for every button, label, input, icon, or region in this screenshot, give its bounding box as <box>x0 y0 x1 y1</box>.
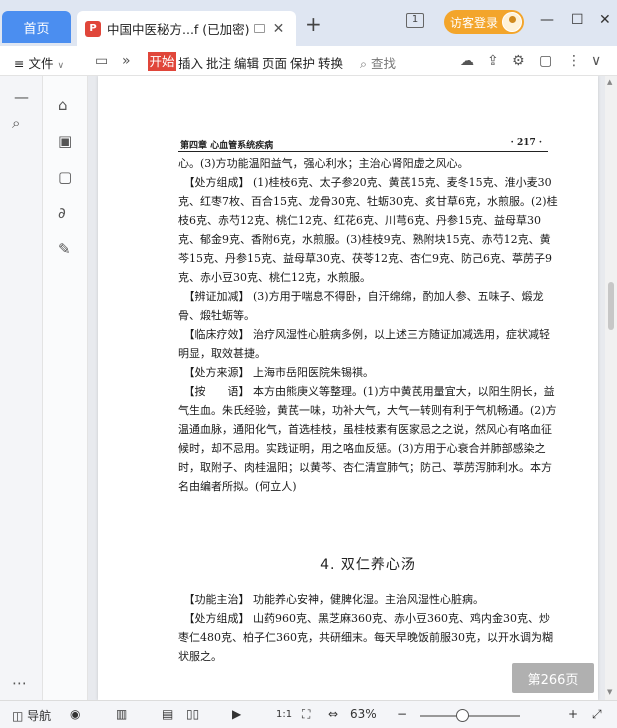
page-number: · 217 · <box>510 138 542 148</box>
comment-panel-icon[interactable]: ▢ <box>58 168 72 186</box>
tab-close-icon[interactable]: ✕ <box>273 21 285 37</box>
settings-icon[interactable]: ⚙ <box>512 53 525 69</box>
scroll-up-icon[interactable]: ▲ <box>607 78 612 86</box>
body-text-2: 【功能主治】 功能养心安神，健脾化湿。主治风湿性心脏病。 【处方组成】 山药96… <box>178 590 558 666</box>
more-icon[interactable]: ⋯ <box>12 674 27 692</box>
body-text: 心。(3)方功能温阳益气，强心利水；主治心肾阳虚之风心。 【处方组成】 (1)桂… <box>178 154 558 496</box>
two-page-icon[interactable]: ▯▯ <box>186 707 199 721</box>
zoom-slider-knob[interactable] <box>456 709 469 722</box>
guest-login-button[interactable]: 访客登录 <box>444 10 524 34</box>
single-page-icon[interactable]: ▥ <box>116 707 127 721</box>
paragraph: 【处方组成】 (1)桂枝6克、太子参20克、黄芪15克、麦冬15克、淮小麦30克… <box>178 176 558 284</box>
attachment-icon[interactable]: ∂ <box>58 204 66 222</box>
zoom-slider[interactable] <box>420 715 520 717</box>
fit-width-icon[interactable]: ⇔ <box>328 707 338 721</box>
actual-size-button[interactable]: 1:1 <box>276 709 292 720</box>
toolbar: ≡ 文件 ∨ ▭ » 开始 插入 批注 编辑 页面 保护 转换 ⌕ 查找 ☁ ⇪… <box>0 46 617 76</box>
side-panel-rail: ⌂ ▣ ▢ ∂ ✎ <box>43 76 88 700</box>
document-page: 第四章 心血管系统疾病 · 217 · 心。(3)方功能温阳益气，强心利水；主治… <box>98 76 598 700</box>
pdf-icon: P <box>85 20 101 37</box>
paragraph: 【临床疗效】 治疗风湿性心脏病多例，以上述三方随证加减选用，症状减轻明显，取效甚… <box>178 328 550 360</box>
play-icon[interactable]: ▶ <box>232 707 241 721</box>
comment-icon[interactable]: ▢ <box>539 53 552 69</box>
zoom-value[interactable]: 63% <box>350 707 377 721</box>
open-folder-icon[interactable]: ▭ <box>95 53 108 69</box>
new-tab-button[interactable]: + <box>305 14 322 34</box>
panel-icon: ◫ <box>12 709 24 723</box>
guest-login-label: 访客登录 <box>450 15 499 30</box>
search-document-icon[interactable]: ⌕ <box>12 114 20 132</box>
paragraph: 【功能主治】 功能养心安神，健脾化湿。主治风湿性心脏病。 <box>178 593 484 606</box>
chevron-down-icon: ∨ <box>57 61 65 71</box>
vertical-scrollbar[interactable]: ▲ ▼ <box>605 76 617 700</box>
paragraph: 【处方组成】 山药960克、黑芝麻360克、赤小豆360克、鸡内金30克、炒枣仁… <box>178 612 553 663</box>
divider-icon: — <box>14 88 29 106</box>
zoom-in-button[interactable]: + <box>568 707 578 721</box>
paragraph: 【按 语】 本方由熊庚义等整理。(1)方中黄芪用量宜大，以阳生阴长，益气生血。朱… <box>178 385 557 493</box>
fullscreen-icon[interactable]: ⤢ <box>592 707 602 722</box>
title-bar: 首页 P 中国中医秘方...f (已加密) ✕ + 1 访客登录 — ☐ ✕ <box>0 0 617 46</box>
close-window-button[interactable]: ✕ <box>599 12 611 28</box>
page-indicator: 第266页 <box>512 663 594 693</box>
paragraph: 【处方来源】 上海市岳阳医院朱锡祺。 <box>178 366 374 379</box>
maximize-button[interactable]: ☐ <box>571 12 584 28</box>
share-icon[interactable]: ⇪ <box>487 53 499 69</box>
tab-protect[interactable]: 保护 <box>290 53 315 72</box>
search-button[interactable]: ⌕ 查找 <box>360 53 396 72</box>
more-options-icon[interactable]: ⋮ <box>567 53 581 69</box>
navigation-button[interactable]: ◫ 导航 <box>12 707 51 724</box>
tab-convert[interactable]: 转换 <box>318 53 343 72</box>
left-tool-rail: — ⌕ ⋯ <box>0 76 43 700</box>
page-header: 第四章 心血管系统疾病 · 217 · <box>178 136 548 152</box>
cloud-sync-icon[interactable]: ☁ <box>460 53 474 69</box>
tab-annotate[interactable]: 批注 <box>206 53 231 72</box>
tab-document-title: 中国中医秘方...f (已加密) <box>107 22 250 37</box>
tab-preview-icon[interactable] <box>253 24 265 33</box>
eye-icon[interactable]: ◉ <box>70 707 80 721</box>
navigation-label: 导航 <box>27 709 52 723</box>
fit-page-icon[interactable]: ⛶ <box>302 707 310 722</box>
paragraph: 【辨证加减】 (3)方用于喘息不得卧，自汗绵绵，酌加人参、五味子、煅龙骨、煅牡蛎… <box>178 290 544 322</box>
image-icon[interactable]: ▣ <box>58 132 72 150</box>
document-viewport[interactable]: 第四章 心血管系统疾病 · 217 · 心。(3)方功能温阳益气，强心利水；主治… <box>88 76 605 700</box>
file-menu-button[interactable]: ≡ 文件 ∨ <box>14 53 64 72</box>
search-label: 查找 <box>371 56 397 71</box>
zoom-out-button[interactable]: − <box>397 707 407 721</box>
continuous-page-icon[interactable]: ▤ <box>162 707 173 721</box>
file-menu-label: ≡ 文件 <box>14 56 54 71</box>
avatar-icon <box>502 12 522 32</box>
chapter-title: 第四章 心血管系统疾病 <box>180 141 274 151</box>
status-bar: ◫ 导航 ◉ ▥ ▤ ▯▯ ▶ 1:1 ⛶ ⇔ 63% − + ⤢ <box>0 700 617 728</box>
tab-home[interactable]: 首页 <box>2 11 71 43</box>
signature-icon[interactable]: ✎ <box>58 240 71 258</box>
more-chevron-icon[interactable]: » <box>122 53 131 69</box>
tab-start[interactable]: 开始 <box>148 52 176 71</box>
paragraph: 心。(3)方功能温阳益气，强心利水；主治心肾阳虚之风心。 <box>178 157 469 170</box>
tab-document[interactable]: P 中国中医秘方...f (已加密) ✕ <box>77 11 296 46</box>
tab-edit[interactable]: 编辑 <box>234 53 259 72</box>
window-count-badge[interactable]: 1 <box>406 13 424 28</box>
scroll-down-icon[interactable]: ▼ <box>607 688 612 696</box>
tab-insert[interactable]: 插入 <box>178 53 203 72</box>
scroll-thumb[interactable] <box>608 282 614 330</box>
collapse-toolbar-icon[interactable]: ∨ <box>591 53 601 69</box>
section-heading: 4. 双仁养心汤 <box>320 557 416 573</box>
minimize-button[interactable]: — <box>540 12 554 28</box>
tab-page[interactable]: 页面 <box>262 53 287 72</box>
bookmark-icon[interactable]: ⌂ <box>58 96 68 114</box>
search-icon: ⌕ <box>360 56 368 71</box>
